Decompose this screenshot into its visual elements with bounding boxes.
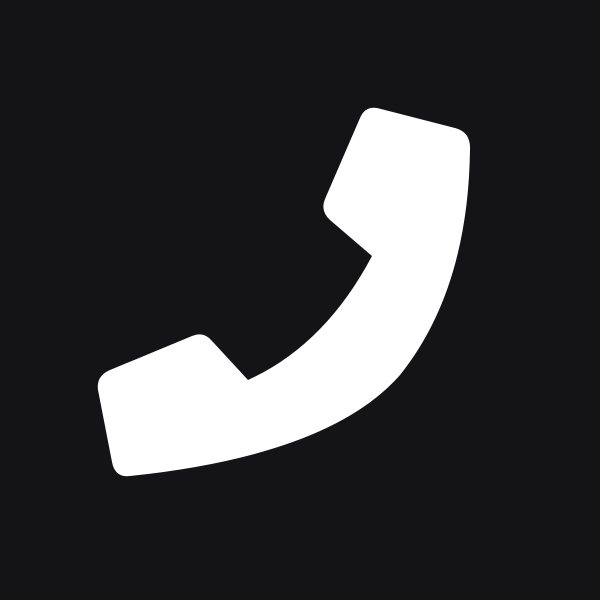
- phone-handset-shape: [97, 107, 471, 477]
- phone-handset-icon: [97, 107, 471, 477]
- phone-app-icon[interactable]: [0, 0, 600, 600]
